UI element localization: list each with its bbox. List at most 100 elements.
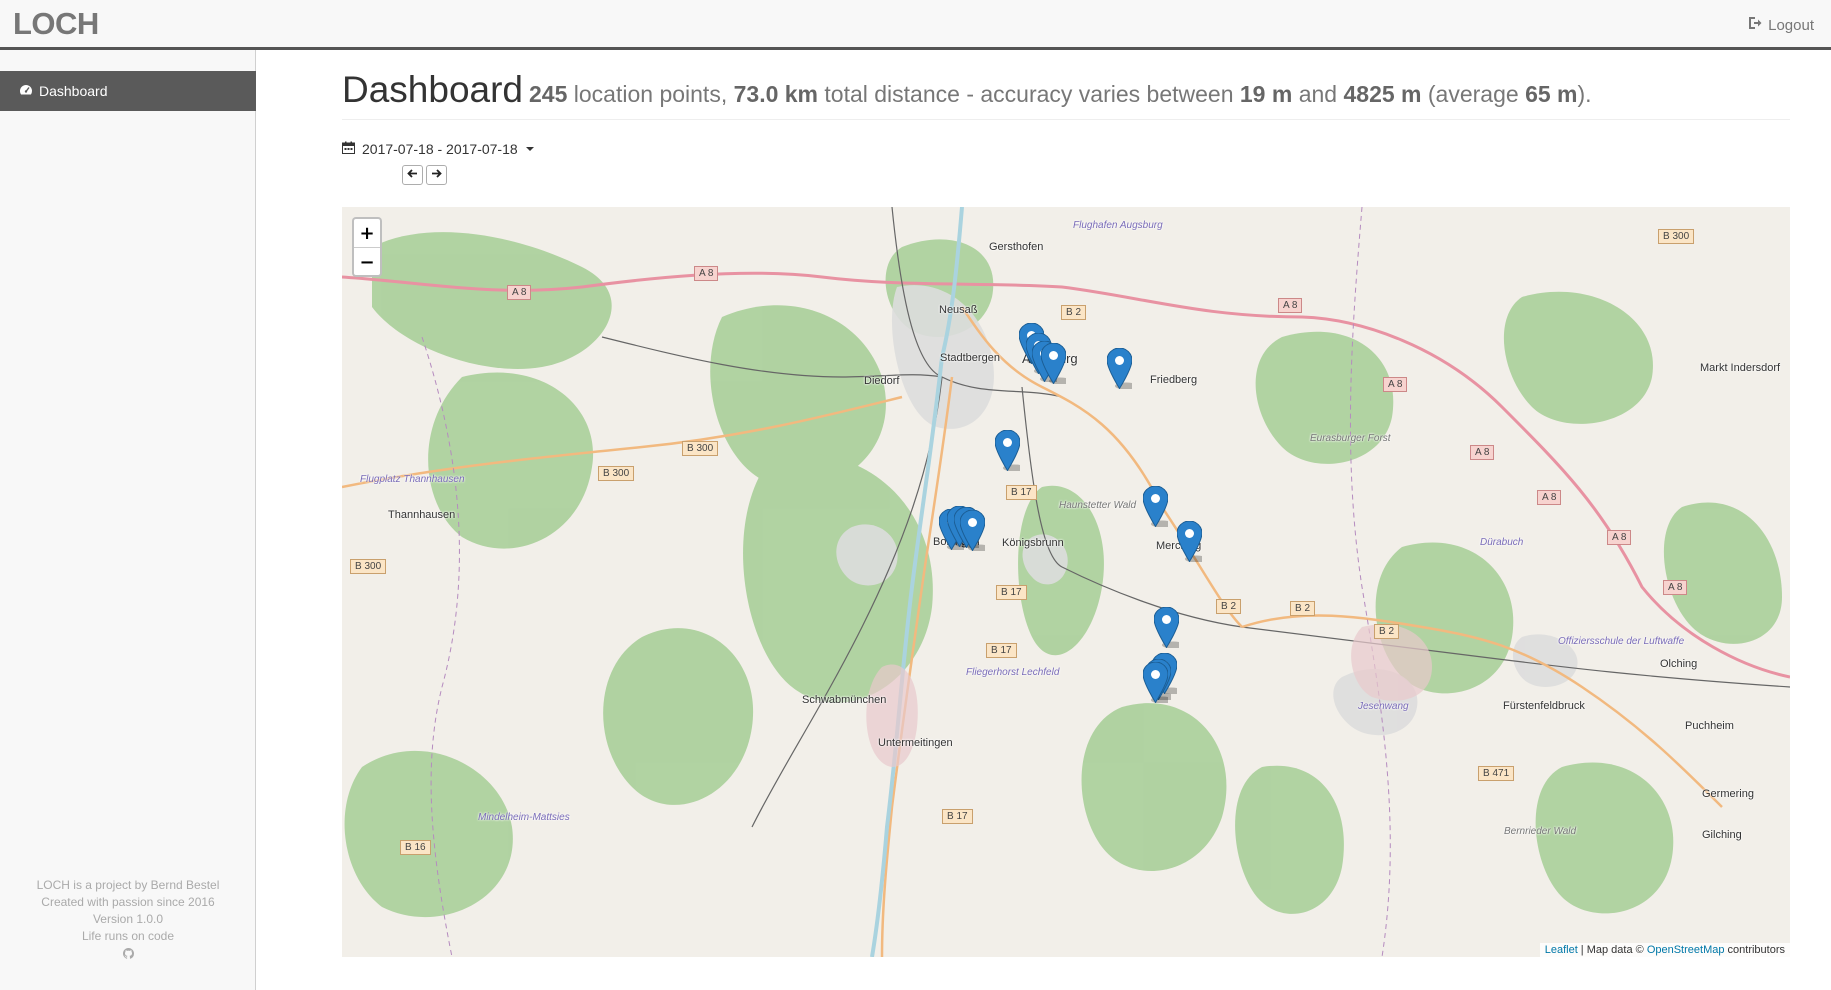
summary-part: location points,: [567, 81, 734, 107]
footer-motto: Life runs on code: [81, 929, 175, 943]
summary-part: ).: [1577, 81, 1592, 107]
zoom-out-button[interactable]: −: [354, 248, 380, 276]
accuracy-average: 65 m: [1525, 81, 1578, 107]
github-icon[interactable]: [122, 947, 134, 964]
road-shield: B 2: [1061, 305, 1087, 320]
total-distance: 73.0 km: [733, 81, 819, 107]
road-shield: B 2: [1216, 599, 1242, 614]
road-shield: B 300: [598, 466, 635, 481]
place-label: Haunstetter Wald: [1059, 500, 1137, 511]
road-shield: A 8: [1537, 490, 1562, 505]
road-shield: B 17: [1006, 485, 1037, 500]
sidebar: Dashboard LOCH is a project by Bernd Bes…: [0, 50, 256, 990]
calendar-icon: [342, 141, 355, 157]
road-shield: B 2: [1374, 624, 1400, 639]
place-label: Olching: [1660, 658, 1698, 670]
location-marker[interactable]: [1142, 485, 1173, 528]
brand-logo[interactable]: LOCH: [13, 6, 99, 42]
dashboard-icon: [19, 83, 33, 100]
place-label: Puchheim: [1685, 720, 1734, 732]
map-attribution: Leaflet | Map data © OpenStreetMap contr…: [1539, 943, 1790, 957]
road-shield: A 8: [1470, 445, 1495, 460]
zoom-control: + −: [352, 217, 382, 277]
sidebar-item-dashboard[interactable]: Dashboard: [0, 71, 256, 111]
place-label: Dürabuch: [1480, 537, 1524, 548]
openstreetmap-link[interactable]: OpenStreetMap: [1647, 944, 1725, 956]
summary-part: (average: [1421, 81, 1526, 107]
road-shield: A 8: [1607, 530, 1632, 545]
attribution-text: contributors: [1724, 944, 1785, 956]
footer-version: Version 1.0.0: [92, 912, 164, 926]
place-label: Bernrieder Wald: [1504, 826, 1577, 837]
place-label: Untermeitingen: [878, 737, 953, 749]
arrow-left-icon: [407, 166, 418, 184]
sidebar-footer: LOCH is a project by Bernd Bestel Create…: [0, 877, 256, 964]
summary-part: and: [1292, 81, 1344, 107]
points-count: 245: [529, 81, 568, 107]
accuracy-max: 4825 m: [1343, 81, 1422, 107]
location-marker[interactable]: [959, 509, 990, 552]
road-shield: A 8: [507, 285, 532, 300]
road-shield: A 8: [694, 266, 719, 281]
place-label: Diedorf: [864, 375, 900, 387]
location-map[interactable]: Gersthofen Flughafen Augsburg Neusaß Sta…: [342, 207, 1790, 957]
road-shield: B 2: [1290, 601, 1316, 616]
road-shield: A 8: [1278, 298, 1303, 313]
logout-link[interactable]: Logout: [1748, 16, 1814, 34]
attribution-text: | Map data ©: [1577, 944, 1647, 956]
place-label: Germering: [1702, 788, 1754, 800]
road-shield: B 471: [1478, 766, 1515, 781]
summary-part: total distance - accuracy varies between: [818, 81, 1240, 107]
place-label: Thannhausen: [388, 509, 456, 521]
accuracy-min: 19 m: [1239, 81, 1293, 107]
location-marker[interactable]: [1153, 606, 1184, 649]
place-label: Königsbrunn: [1002, 537, 1064, 549]
place-label: Neusaß: [939, 304, 978, 316]
place-label: Flughafen Augsburg: [1073, 220, 1163, 231]
chevron-down-icon: [525, 147, 534, 151]
sidebar-item-label: Dashboard: [39, 83, 108, 99]
road-shield: B 17: [986, 643, 1017, 658]
zoom-in-button[interactable]: +: [354, 219, 380, 248]
date-nav-buttons: [402, 165, 447, 185]
location-marker[interactable]: [1040, 342, 1071, 385]
next-day-button[interactable]: [426, 165, 447, 185]
place-label: Stadtbergen: [940, 352, 1000, 364]
road-shield: B 300: [682, 441, 719, 456]
summary-text: 245 location points, 73.0 km total dista…: [529, 81, 1592, 107]
road-shield: B 17: [942, 809, 973, 824]
road-shield: B 17: [996, 585, 1027, 600]
footer-credit: LOCH is a project by Bernd Bestel: [36, 878, 220, 892]
road-shield: A 8: [1383, 377, 1408, 392]
place-label: Schwabmünchen: [802, 694, 887, 706]
road-shield: B 300: [1658, 229, 1695, 244]
date-range-value: 2017-07-18 - 2017-07-18: [362, 141, 518, 157]
previous-day-button[interactable]: [402, 165, 423, 185]
place-label: Eurasburger Forst: [1310, 433, 1391, 444]
place-label: Fliegerhorst Lechfeld: [966, 667, 1060, 678]
place-label: Offiziersschule der Luftwaffe: [1558, 636, 1685, 647]
date-range-picker[interactable]: 2017-07-18 - 2017-07-18: [342, 141, 534, 157]
road-shield: A 8: [1663, 580, 1688, 595]
leaflet-link[interactable]: Leaflet: [1545, 944, 1578, 956]
place-label: Markt Indersdorf: [1700, 362, 1781, 374]
page-header: Dashboard 245 location points, 73.0 km to…: [342, 69, 1790, 120]
location-marker[interactable]: [1142, 661, 1173, 704]
arrow-right-icon: [431, 166, 442, 184]
place-label: Flugplatz Thannhausen: [360, 474, 465, 485]
top-navbar: LOCH Logout: [0, 0, 1831, 50]
place-label: Mindelheim-Mattsies: [478, 812, 570, 823]
place-label: Gilching: [1702, 829, 1742, 841]
place-label: Friedberg: [1150, 374, 1198, 386]
logout-icon: [1748, 16, 1762, 34]
place-label: Fürstenfeldbruck: [1503, 700, 1585, 712]
road-shield: B 300: [350, 559, 387, 574]
location-marker[interactable]: [994, 429, 1025, 472]
road-shield: B 16: [400, 840, 431, 855]
location-marker[interactable]: [1176, 520, 1207, 563]
place-label: Gersthofen: [989, 241, 1044, 253]
place-label: Jesenwang: [1358, 701, 1409, 712]
logout-label: Logout: [1768, 16, 1814, 34]
location-marker[interactable]: [1106, 347, 1137, 390]
page-title: Dashboard: [342, 69, 524, 110]
